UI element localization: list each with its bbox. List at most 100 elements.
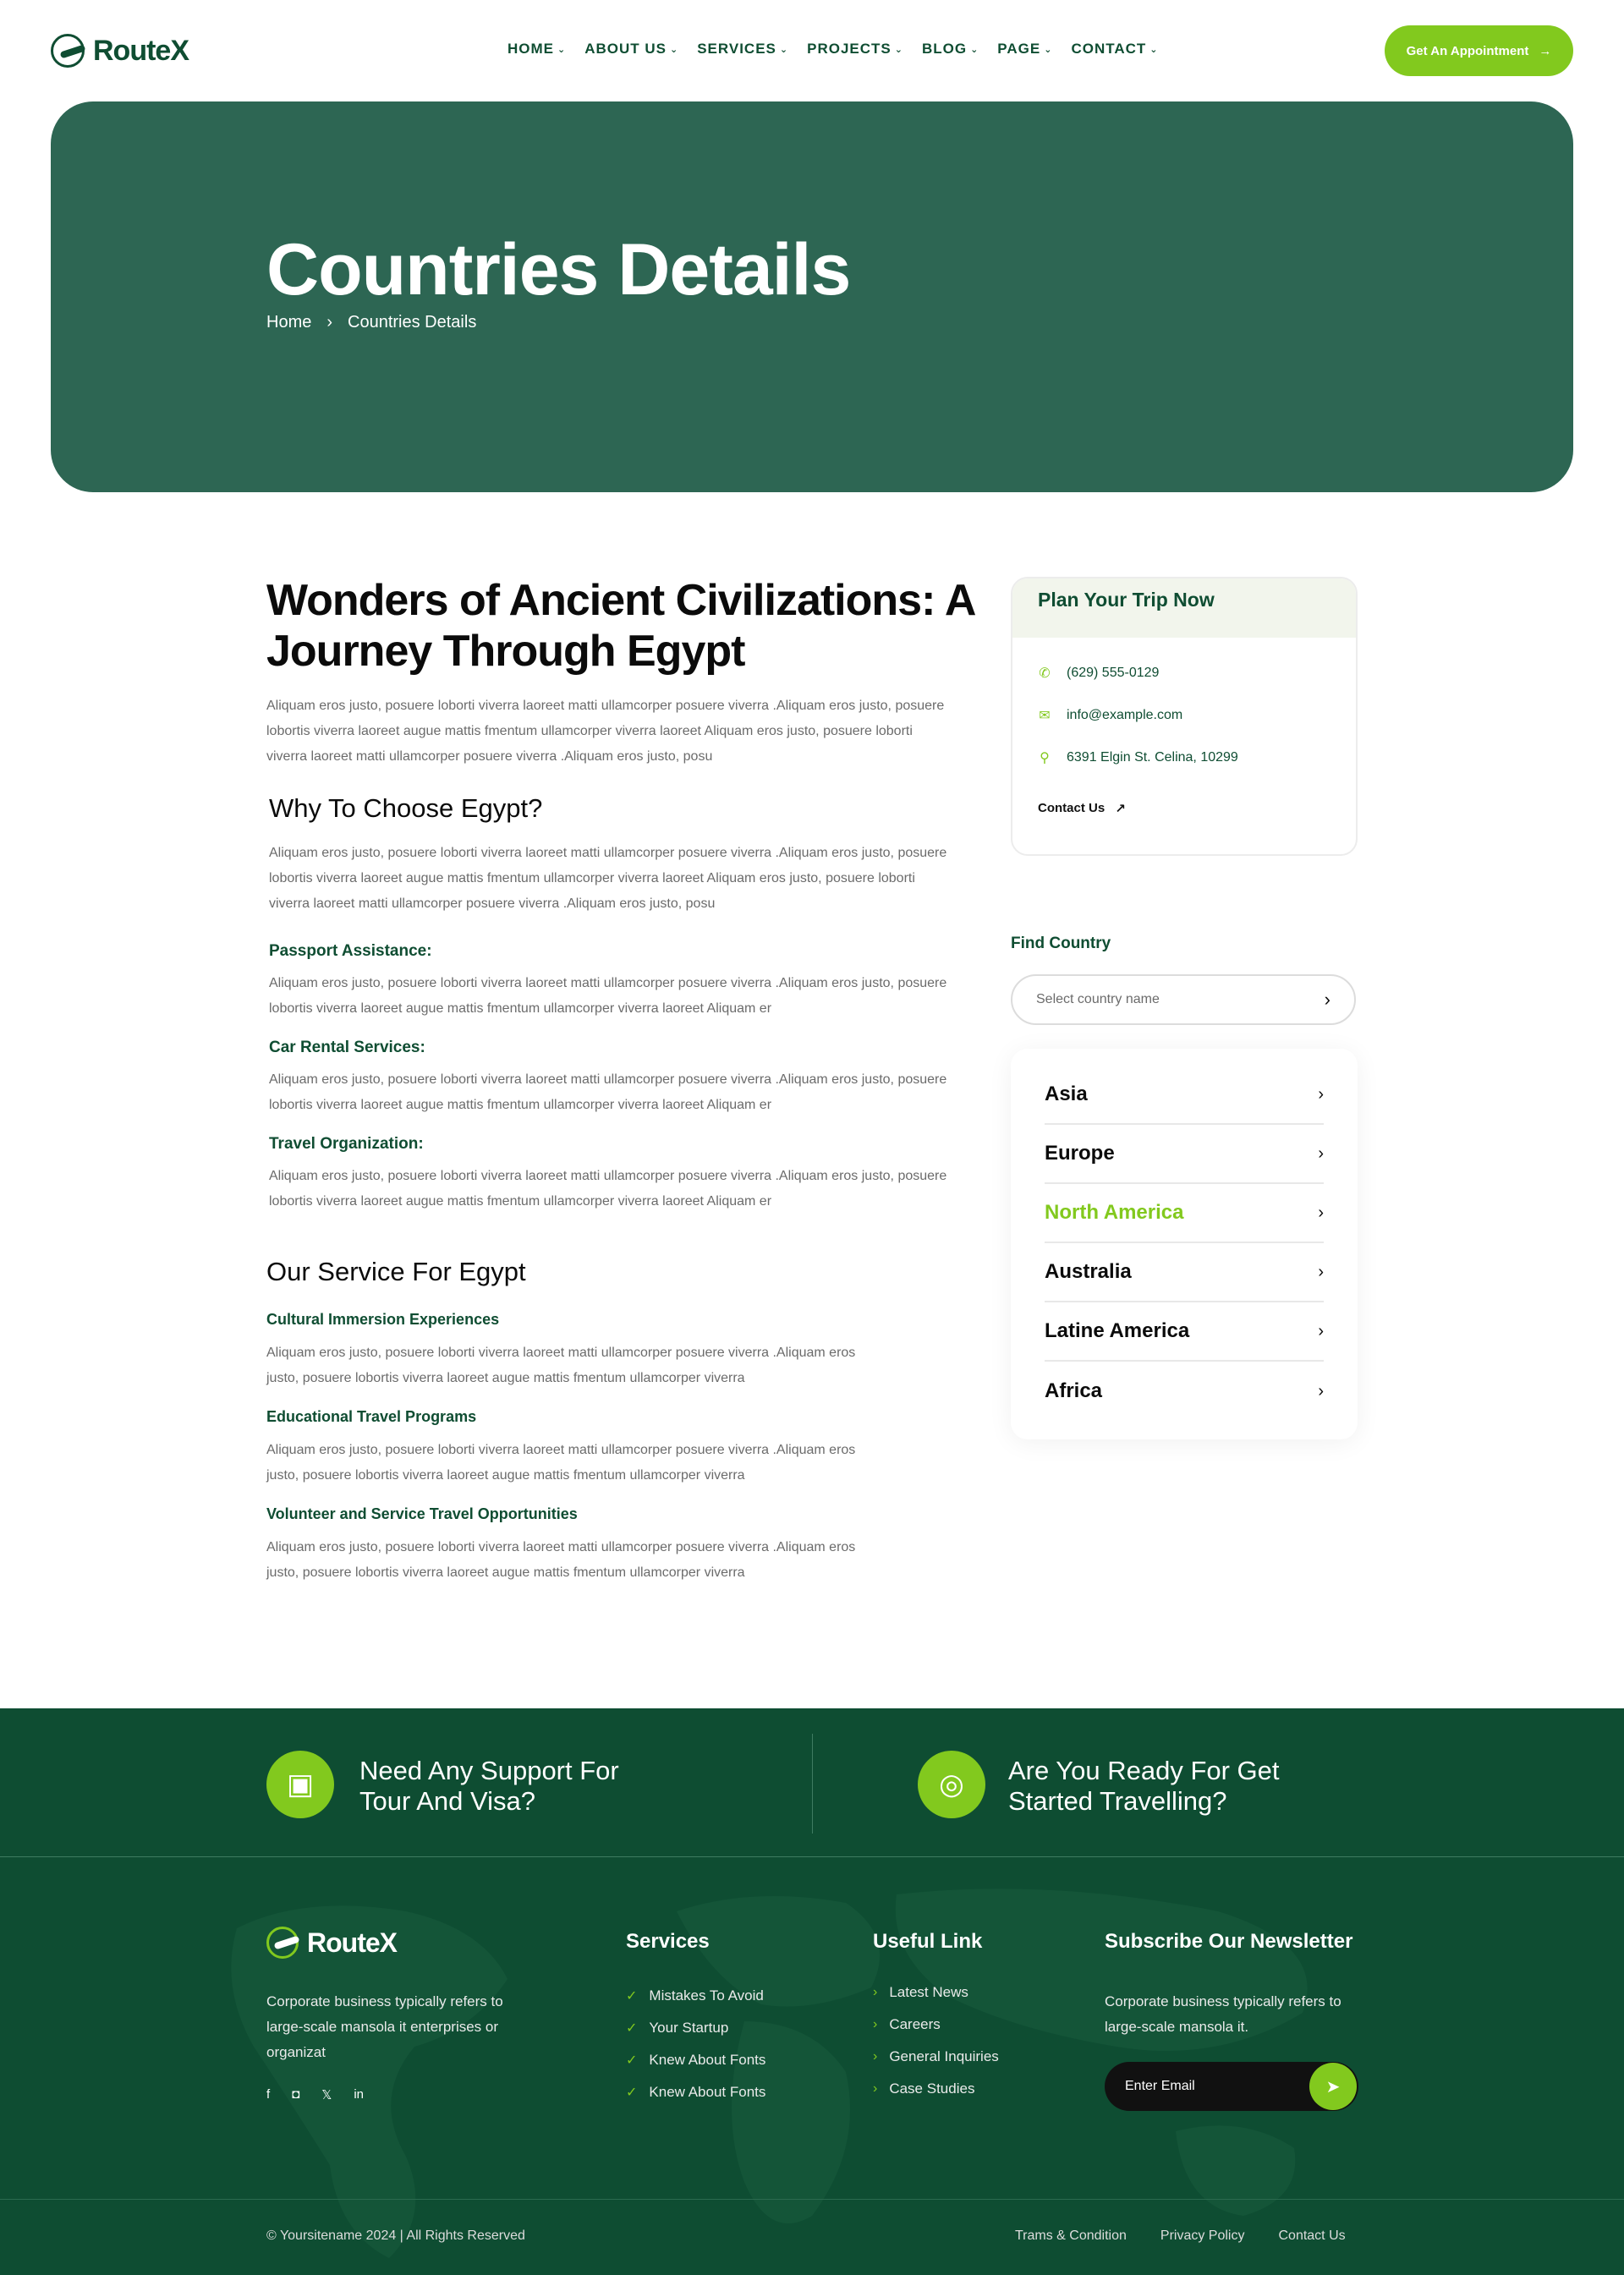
chevron-down-icon: ⌄ xyxy=(670,44,679,55)
why-paragraph: Aliquam eros justo, posuere loborti vive… xyxy=(269,846,947,911)
nav-services[interactable]: SERVICES ⌄ xyxy=(697,41,788,58)
address-row: ⚲ 6391 Elgin St. Celina, 10299 xyxy=(1038,749,1238,766)
copyright-text: © Yoursitename 2024 | All Rights Reserve… xyxy=(266,2228,525,2243)
mail-icon: ✉ xyxy=(1039,709,1051,723)
email-text: info@example.com xyxy=(1067,708,1183,722)
feature-heading: Passport Assistance: xyxy=(269,942,432,960)
footer-bottom-links: Trams & Condition Privacy Policy Contact… xyxy=(1015,2228,1346,2244)
phone-row[interactable]: ✆ (629) 555-0129 xyxy=(1038,665,1159,682)
article-title-line: Wonders of Ancient Civilizations: A xyxy=(266,576,976,625)
country-item-north-america[interactable]: North America › xyxy=(1045,1184,1324,1243)
page-title: Countries Details xyxy=(266,229,851,310)
country-search-input[interactable]: Select country name › xyxy=(1011,974,1356,1025)
chevron-down-icon: ⌄ xyxy=(1044,44,1053,55)
country-item-asia[interactable]: Asia › xyxy=(1045,1066,1324,1125)
logo-text: RouteX xyxy=(93,34,189,67)
services-column-title: Services xyxy=(626,1930,710,1953)
nav-blog[interactable]: BLOG ⌄ xyxy=(922,41,979,58)
nav-contact[interactable]: CONTACT ⌄ xyxy=(1071,41,1158,58)
travel-text: Are You Ready For Get Started Travelling… xyxy=(1008,1756,1280,1816)
footer-divider xyxy=(0,2199,1624,2200)
nav-home[interactable]: HOME ⌄ xyxy=(508,41,566,58)
footer-useful-link[interactable]: › General Inquiries xyxy=(873,2048,999,2065)
support-divider xyxy=(812,1734,813,1834)
footer-logo-text: RouteX xyxy=(307,1927,398,1958)
send-icon: ➤ xyxy=(1325,2077,1341,2097)
service-item-paragraph: Aliquam eros justo, posuere loborti vive… xyxy=(266,1540,856,1580)
chevron-right-icon: › xyxy=(1318,1143,1324,1163)
contact-link-label: Contact Us xyxy=(1038,801,1106,815)
footer-useful-link[interactable]: › Latest News xyxy=(873,1984,999,2001)
linkedin-icon[interactable]: in xyxy=(354,2087,364,2102)
social-links: f ◘ 𝕏 in xyxy=(266,2087,364,2102)
plan-trip-title: Plan Your Trip Now xyxy=(1012,578,1356,638)
plane-logo-icon xyxy=(266,1927,299,1959)
footer-service-link[interactable]: ✓ Knew About Fonts xyxy=(626,2084,765,2101)
address-text: 6391 Elgin St. Celina, 10299 xyxy=(1067,750,1238,765)
chevron-down-icon: ⌄ xyxy=(894,44,903,55)
arrow-right-icon: → xyxy=(1539,43,1552,58)
phone-text: (629) 555-0129 xyxy=(1067,666,1160,680)
chevron-right-icon: › xyxy=(1318,1262,1324,1281)
nav-projects[interactable]: PROJECTS ⌄ xyxy=(807,41,903,58)
country-list: Asia › Europe › North America › Australia › … xyxy=(1011,1049,1358,1439)
nav-page[interactable]: PAGE ⌄ xyxy=(997,41,1052,58)
support-banner: ▣ Need Any Support For Tour And Visa? ◎ … xyxy=(0,1708,1624,1857)
nav-about[interactable]: ABOUT US ⌄ xyxy=(584,41,678,58)
chevron-right-icon: › xyxy=(873,2049,878,2064)
contact-link[interactable]: Contact Us xyxy=(1278,2228,1345,2244)
service-item-paragraph: Aliquam eros justo, posuere loborti vive… xyxy=(266,1443,856,1483)
get-appointment-button[interactable]: Get An Appointment → xyxy=(1385,25,1573,76)
facebook-icon[interactable]: f xyxy=(266,2087,270,2102)
country-search-placeholder: Select country name xyxy=(1036,992,1160,1006)
email-row[interactable]: ✉ info@example.com xyxy=(1038,707,1182,724)
why-heading: Why To Choose Egypt? xyxy=(269,793,543,823)
footer-service-link[interactable]: ✓ Your Startup xyxy=(626,2020,765,2037)
chevron-right-icon: › xyxy=(326,313,333,332)
newsletter-submit-button[interactable]: ➤ xyxy=(1309,2063,1357,2110)
chevron-down-icon: ⌄ xyxy=(557,44,567,55)
intro-paragraph: Aliquam eros justo, posuere loborti vive… xyxy=(266,699,945,764)
footer-useful-link[interactable]: › Case Studies xyxy=(873,2080,999,2097)
feature-paragraph: Aliquam eros justo, posuere loborti vive… xyxy=(269,976,947,1016)
country-item-latine-america[interactable]: Latine America › xyxy=(1045,1302,1324,1362)
site-logo[interactable]: RouteX xyxy=(51,34,189,68)
feature-heading: Travel Organization: xyxy=(269,1135,424,1153)
country-item-australia[interactable]: Australia › xyxy=(1045,1243,1324,1302)
check-icon: ✓ xyxy=(626,1989,638,2004)
service-item-paragraph: Aliquam eros justo, posuere loborti vive… xyxy=(266,1346,856,1385)
page-hero: Countries Details Home › Countries Detai… xyxy=(51,101,1573,492)
contact-us-link[interactable]: Contact Us ↗ xyxy=(1038,801,1126,816)
chevron-down-icon: ⌄ xyxy=(779,44,789,55)
chevron-right-icon: › xyxy=(1318,1321,1324,1340)
footer-service-link[interactable]: ✓ Knew About Fonts xyxy=(626,2052,765,2069)
privacy-link[interactable]: Privacy Policy xyxy=(1160,2228,1245,2244)
x-twitter-icon[interactable]: 𝕏 xyxy=(321,2087,332,2102)
globe-icon: ◎ xyxy=(918,1751,985,1818)
terms-link[interactable]: Trams & Condition xyxy=(1015,2228,1127,2244)
services-link-list: ✓ Mistakes To Avoid ✓ Your Startup ✓ Knew A… xyxy=(626,1987,765,2101)
newsletter-text: Corporate business typically refers to l… xyxy=(1105,1993,1341,2035)
passport-icon: ▣ xyxy=(266,1751,334,1818)
country-item-europe[interactable]: Europe › xyxy=(1045,1125,1324,1184)
useful-link-list: › Latest News › Careers › General Inquiries… xyxy=(873,1984,999,2097)
chevron-right-icon: › xyxy=(873,2017,878,2031)
feature-heading: Car Rental Services: xyxy=(269,1039,425,1056)
service-item-heading: Educational Travel Programs xyxy=(266,1408,477,1425)
chevron-down-icon: ⌄ xyxy=(970,44,979,55)
site-footer: ▣ Need Any Support For Tour And Visa? ◎ … xyxy=(0,1708,1624,2275)
chevron-right-icon: › xyxy=(873,1985,878,1999)
chevron-right-icon: › xyxy=(1318,1203,1324,1222)
footer-logo[interactable]: RouteX xyxy=(266,1927,398,1959)
arrow-up-right-icon: ↗ xyxy=(1115,802,1126,816)
article-title: Wonders of Ancient Civilizations: A Jour… xyxy=(266,575,985,677)
footer-useful-link[interactable]: › Careers xyxy=(873,2016,999,2033)
service-item-heading: Cultural Immersion Experiences xyxy=(266,1311,500,1328)
footer-service-link[interactable]: ✓ Mistakes To Avoid xyxy=(626,1987,765,2004)
country-item-africa[interactable]: Africa › xyxy=(1045,1362,1324,1421)
breadcrumb-home[interactable]: Home xyxy=(266,313,311,332)
email-placeholder: Enter Email xyxy=(1125,2079,1195,2093)
instagram-icon[interactable]: ◘ xyxy=(292,2087,299,2102)
chevron-right-icon[interactable]: › xyxy=(1325,989,1330,1011)
service-item-heading: Volunteer and Service Travel Opportuniti… xyxy=(266,1505,578,1522)
